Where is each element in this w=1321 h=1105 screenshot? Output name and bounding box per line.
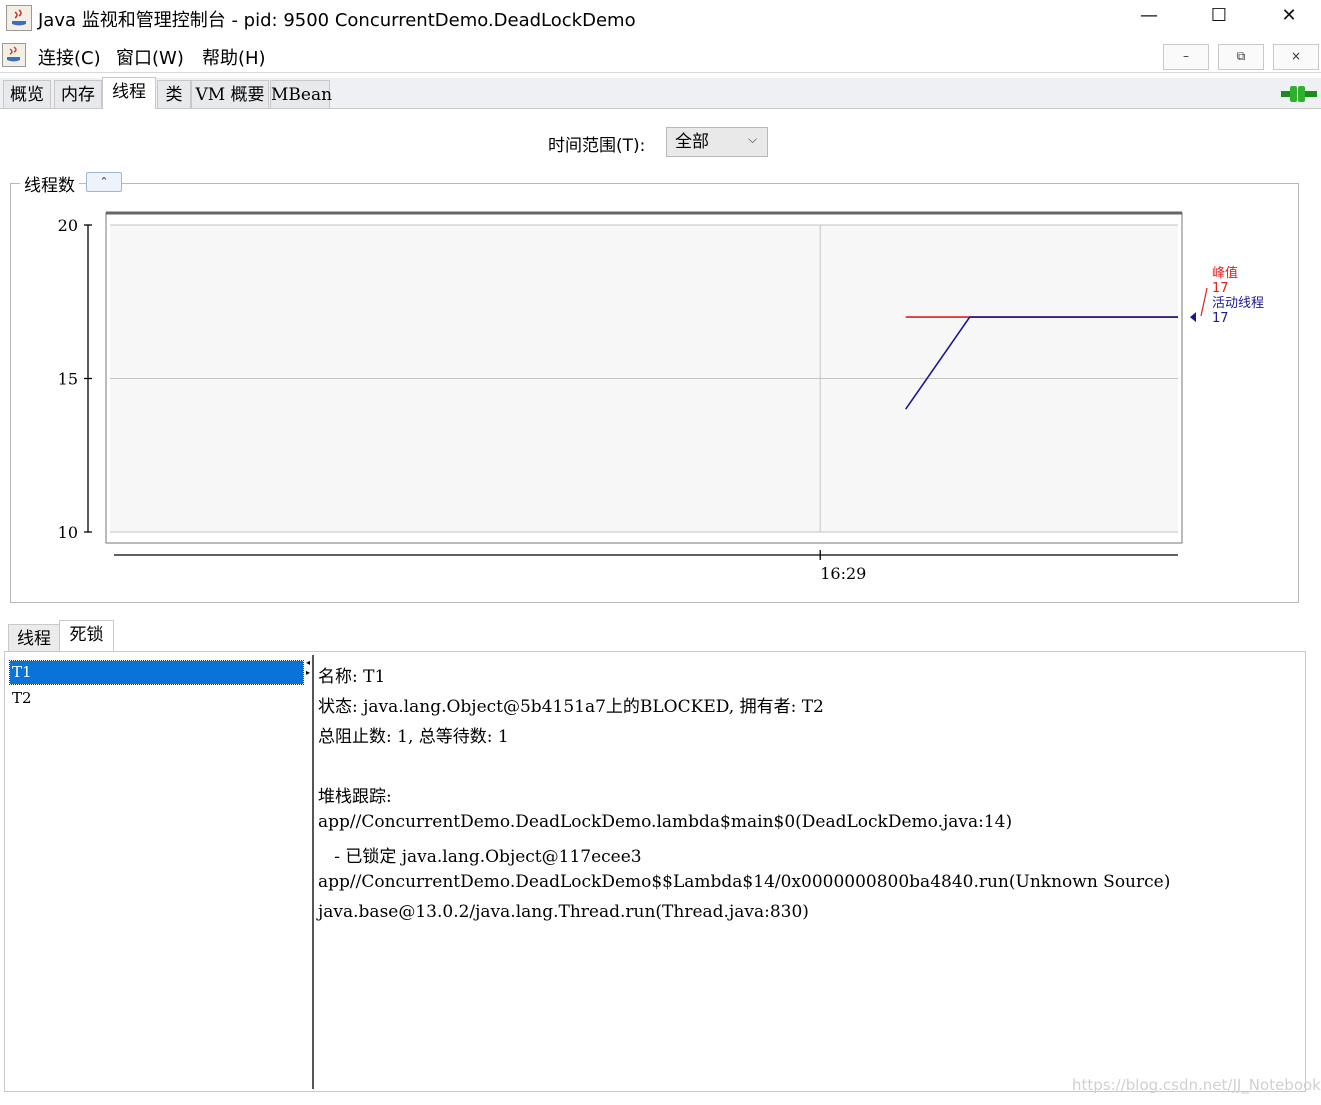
thread-counts-line: 总阻止数: 1, 总等待数: 1 xyxy=(318,727,509,747)
legend-series-name: 峰值 xyxy=(1212,265,1238,281)
deadlock-thread-item[interactable]: T2 xyxy=(10,687,303,710)
watermark: https://blog.csdn.net/JJ_Notebook xyxy=(1072,1076,1321,1094)
x-tick-label: 16:29 xyxy=(820,564,866,583)
tab-thread-list[interactable]: 线程 xyxy=(8,624,60,652)
legend-leader-line xyxy=(1200,287,1208,317)
stack-trace-header: 堆栈跟踪: xyxy=(318,787,392,807)
thread-state-line: 状态: java.lang.Object@5b4151a7上的BLOCKED, … xyxy=(318,697,824,717)
stack-frame: app//ConcurrentDemo.DeadLockDemo$$Lambda… xyxy=(318,872,1171,892)
y-tick-label: 15 xyxy=(58,370,78,389)
legend-pointer-icon xyxy=(1190,312,1196,323)
stack-frame: java.base@13.0.2/java.lang.Thread.run(Th… xyxy=(318,902,809,922)
y-tick-label: 20 xyxy=(58,216,78,235)
thread-count-chart: 10152016:29 峰值17活动线程17 xyxy=(58,211,1264,583)
stack-frame: app//ConcurrentDemo.DeadLockDemo.lambda$… xyxy=(318,812,1013,832)
thread-name-line: 名称: T1 xyxy=(318,667,386,687)
legend-series-value: 17 xyxy=(1212,281,1229,296)
split-divider[interactable] xyxy=(312,655,314,1089)
deadlock-thread-item[interactable]: T1 xyxy=(9,660,304,685)
legend-series-value: 17 xyxy=(1212,311,1229,326)
legend-series-name: 活动线程 xyxy=(1212,296,1264,311)
stack-frame: - 已锁定 java.lang.Object@117ecee3 xyxy=(318,847,642,867)
tab-deadlock[interactable]: 死锁 xyxy=(59,620,114,652)
split-arrows-icon[interactable]: ◂ ▸ xyxy=(306,658,310,678)
y-tick-label: 10 xyxy=(58,523,78,542)
